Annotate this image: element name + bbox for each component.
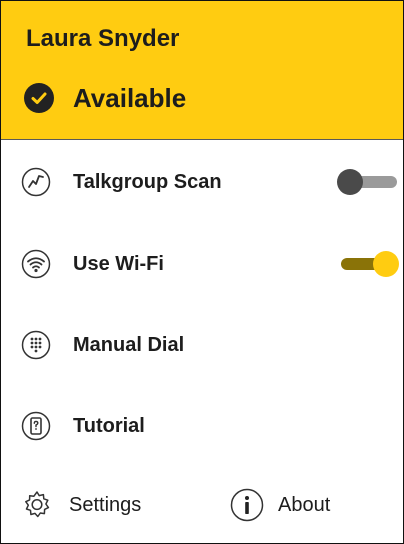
talkgroup-scan-toggle[interactable] xyxy=(337,167,403,197)
menu-item-talkgroup-scan[interactable]: Talkgroup Scan xyxy=(1,154,403,210)
gear-icon xyxy=(25,491,50,518)
toggle-thumb xyxy=(337,169,363,195)
menu-item-label: Tutorial xyxy=(73,414,145,437)
use-wifi-toggle[interactable] xyxy=(337,249,403,279)
drawer-footer: Settings About xyxy=(1,477,403,533)
user-name: Laura Snyder xyxy=(26,25,180,52)
wifi-icon xyxy=(21,249,51,279)
dialpad-icon xyxy=(21,330,51,360)
about-button[interactable]: About xyxy=(230,477,330,533)
menu-item-tutorial[interactable]: Tutorial xyxy=(1,398,403,454)
navigation-drawer: Laura Snyder Available Talkgroup Scan Us… xyxy=(0,0,404,544)
menu-item-label: Manual Dial xyxy=(73,333,185,356)
status-label: Available xyxy=(73,82,187,113)
menu-item-label: Talkgroup Scan xyxy=(73,170,222,193)
drawer-header: Laura Snyder Available xyxy=(1,1,403,140)
toggle-thumb xyxy=(373,251,399,277)
menu-item-label: Use Wi-Fi xyxy=(73,252,164,275)
tutorial-icon xyxy=(21,411,51,441)
menu-item-manual-dial[interactable]: Manual Dial xyxy=(1,317,403,373)
presence-status[interactable]: Available xyxy=(24,81,186,115)
menu-item-use-wifi[interactable]: Use Wi-Fi xyxy=(1,236,403,292)
settings-label: Settings xyxy=(69,493,142,516)
check-circle-icon xyxy=(24,83,54,113)
settings-button[interactable]: Settings xyxy=(21,477,141,533)
about-label: About xyxy=(278,493,331,516)
talkgroup-scan-icon xyxy=(21,167,51,197)
info-icon xyxy=(230,488,264,522)
